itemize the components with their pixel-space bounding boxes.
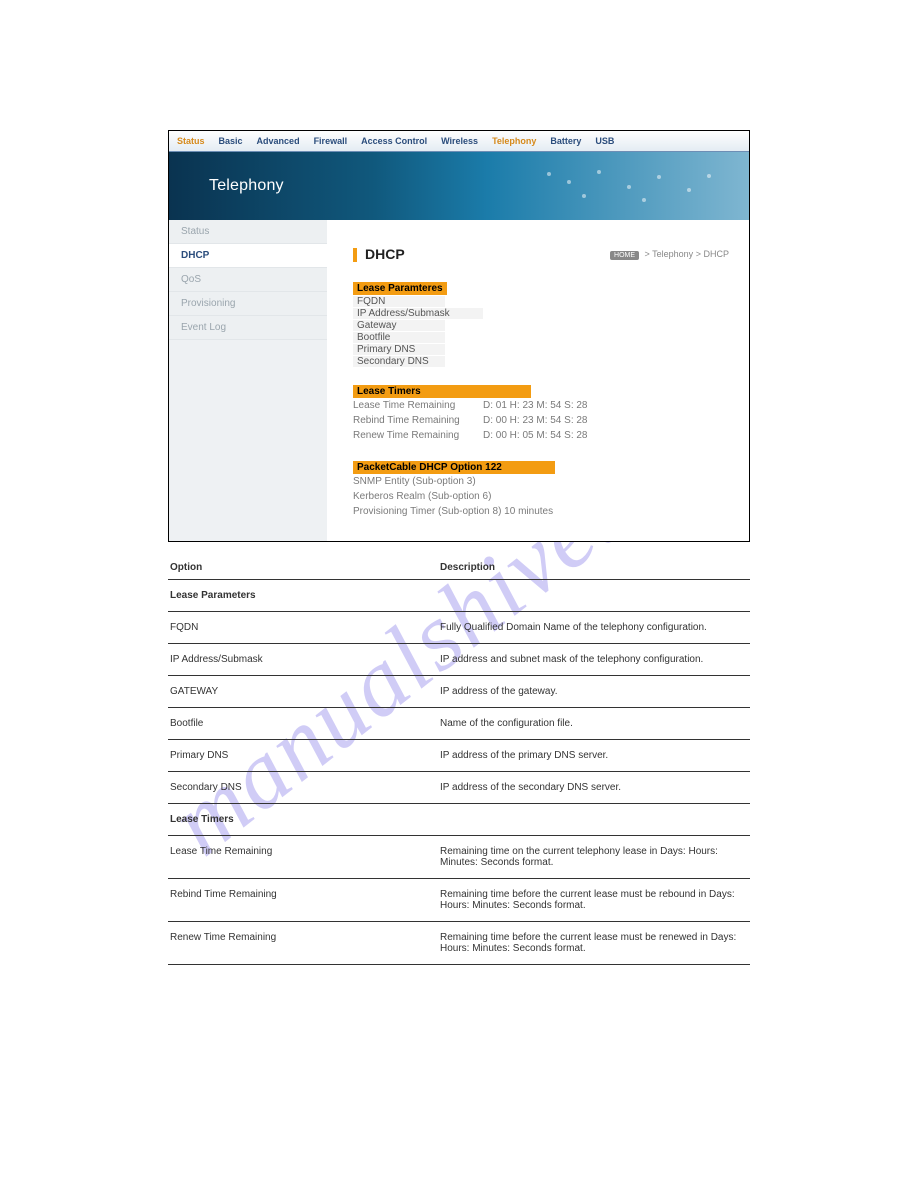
lease-timers-section: Lease Timers Lease Time Remaining D: 01 … (353, 385, 729, 443)
defs-row-sdns: Secondary DNSIP address of the secondary… (168, 772, 750, 804)
param-pdns: Primary DNS (353, 344, 445, 355)
pc-kerberos: Kerberos Realm (Sub-option 6) (353, 489, 729, 504)
page-title: DHCP (353, 246, 405, 262)
sidebar-item-eventlog[interactable]: Event Log (169, 316, 327, 340)
param-fqdn: FQDN (353, 296, 445, 307)
defs-row-renew: Renew Time RemainingRemaining time befor… (168, 922, 750, 965)
defs-row-fqdn: FQDNFully Qualified Domain Name of the t… (168, 612, 750, 644)
world-map-icon (529, 162, 729, 210)
pc-provtimer: Provisioning Timer (Sub-option 8) 10 min… (353, 504, 729, 519)
timer-renew: Renew Time Remaining D: 00 H: 05 M: 54 S… (353, 428, 729, 443)
sidebar-item-dhcp[interactable]: DHCP (169, 244, 327, 268)
defs-section-lease-params: Lease Parameters (168, 580, 750, 612)
nav-status[interactable]: Status (177, 136, 205, 146)
defs-row-gw: GATEWAYIP address of the gateway. (168, 676, 750, 708)
nav-wireless[interactable]: Wireless (441, 136, 478, 146)
param-gateway: Gateway (353, 320, 445, 331)
nav-access[interactable]: Access Control (361, 136, 427, 146)
defs-col-option: Option (168, 558, 438, 580)
content-pane: DHCP HOME > Telephony > DHCP Lease Param… (327, 220, 749, 541)
defs-row-lease: Lease Time RemainingRemaining time on th… (168, 836, 750, 879)
pc-snmp: SNMP Entity (Sub-option 3) (353, 474, 729, 489)
lease-timers-header: Lease Timers (353, 385, 531, 398)
defs-row-pdns: Primary DNSIP address of the primary DNS… (168, 740, 750, 772)
nav-advanced[interactable]: Advanced (257, 136, 300, 146)
nav-firewall[interactable]: Firewall (314, 136, 348, 146)
lease-parameters-header: Lease Paramteres (353, 282, 447, 295)
hero-title: Telephony (169, 177, 284, 195)
nav-battery[interactable]: Battery (550, 136, 581, 146)
definitions-table: Option Description Lease Parameters FQDN… (168, 558, 750, 965)
defs-row-boot: BootfileName of the configuration file. (168, 708, 750, 740)
breadcrumb-home[interactable]: HOME (610, 251, 639, 260)
sidebar-item-provisioning[interactable]: Provisioning (169, 292, 327, 316)
document-page: Status Basic Advanced Firewall Access Co… (0, 0, 918, 965)
nav-usb[interactable]: USB (595, 136, 614, 146)
packetcable-header: PacketCable DHCP Option 122 (353, 461, 555, 474)
defs-col-desc: Description (438, 558, 750, 580)
packetcable-section: PacketCable DHCP Option 122 SNMP Entity … (353, 461, 729, 519)
sidebar: Status DHCP QoS Provisioning Event Log (169, 220, 327, 541)
hero-banner: Telephony (169, 152, 749, 220)
defs-section-lease-timers: Lease Timers (168, 804, 750, 836)
breadcrumb: HOME > Telephony > DHCP (610, 249, 729, 259)
param-ip: IP Address/Submask (353, 308, 483, 319)
top-nav: Status Basic Advanced Firewall Access Co… (169, 131, 749, 152)
nav-telephony[interactable]: Telephony (492, 136, 536, 146)
lease-parameters-section: Lease Paramteres FQDN IP Address/Submask… (353, 282, 729, 367)
param-bootfile: Bootfile (353, 332, 445, 343)
param-sdns: Secondary DNS (353, 356, 445, 367)
defs-row-rebind: Rebind Time RemainingRemaining time befo… (168, 879, 750, 922)
breadcrumb-telephony[interactable]: Telephony (652, 249, 693, 259)
timer-rebind: Rebind Time Remaining D: 00 H: 23 M: 54 … (353, 413, 729, 428)
screenshot-frame: Status Basic Advanced Firewall Access Co… (168, 130, 750, 542)
nav-basic[interactable]: Basic (219, 136, 243, 146)
sidebar-item-qos[interactable]: QoS (169, 268, 327, 292)
breadcrumb-dhcp: DHCP (703, 249, 729, 259)
sidebar-item-status[interactable]: Status (169, 220, 327, 244)
timer-lease: Lease Time Remaining D: 01 H: 23 M: 54 S… (353, 398, 729, 413)
defs-row-ip: IP Address/SubmaskIP address and subnet … (168, 644, 750, 676)
